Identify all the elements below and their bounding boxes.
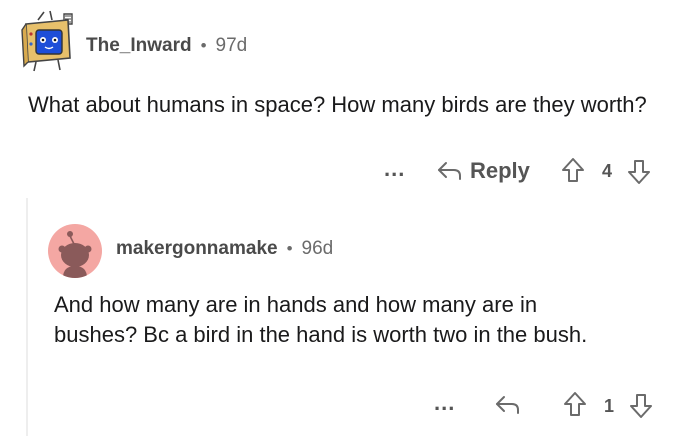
comment-1-body: What about humans in space? How many bir… — [28, 92, 647, 117]
avatar-makergonnamake[interactable] — [48, 224, 102, 278]
reply-button[interactable]: Reply — [436, 158, 530, 184]
comment-1: The_Inward • 97d What about humans in sp… — [0, 0, 700, 200]
more-options-button[interactable]: ... — [434, 390, 455, 416]
downvote-arrow-icon — [630, 394, 652, 418]
reply-label: Reply — [470, 158, 530, 183]
upvote-arrow-icon — [562, 158, 584, 182]
comment-age: 96d — [301, 238, 334, 259]
comment-2-body: And how many are in hands and how many a… — [54, 292, 588, 347]
downvote-arrow-icon — [628, 160, 650, 184]
comment-2-meta: makergonnamake • 96d — [116, 237, 333, 261]
downvote-button[interactable] — [628, 392, 654, 420]
username[interactable]: makergonnamake — [116, 238, 278, 260]
avatar-the-inward[interactable] — [18, 10, 80, 72]
tv-robot-avatar-icon — [21, 10, 73, 72]
comment-age: 97d — [215, 35, 248, 56]
vote-score: 4 — [602, 161, 613, 181]
snoo-avatar-icon — [58, 231, 92, 278]
separator-dot: • — [200, 36, 207, 55]
comment-2: makergonnamake • 96d And how many are in… — [0, 200, 700, 436]
reply-button[interactable] — [494, 392, 522, 418]
reply-arrow-icon — [438, 162, 461, 180]
downvote-button[interactable] — [626, 158, 652, 186]
reply-arrow-icon — [496, 396, 519, 414]
comment-1-meta: The_Inward • 97d — [86, 34, 247, 58]
username[interactable]: The_Inward — [86, 35, 192, 57]
upvote-button[interactable] — [560, 156, 586, 184]
separator-dot: • — [286, 239, 293, 258]
upvote-button[interactable] — [562, 390, 588, 418]
vote-score: 1 — [604, 396, 615, 416]
more-options-button[interactable]: ... — [384, 156, 405, 182]
upvote-arrow-icon — [564, 392, 586, 416]
